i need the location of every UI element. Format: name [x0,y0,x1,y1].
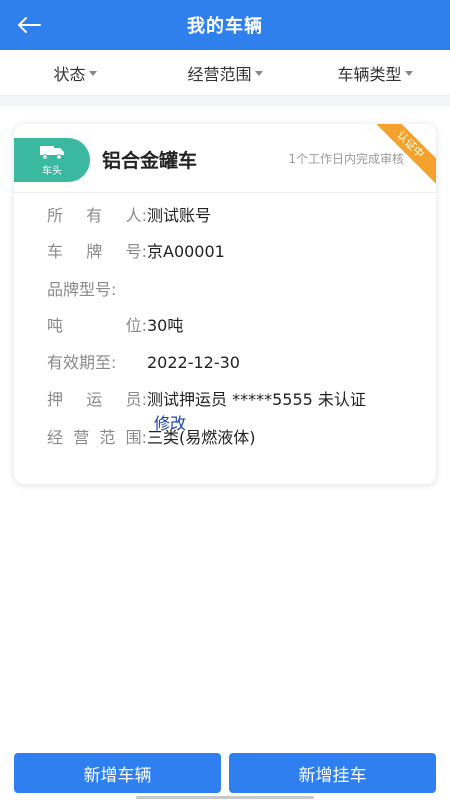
field-label: 所有人: [47,206,147,225]
add-trailer-button[interactable]: 新增挂车 [229,753,436,793]
field-plate: 车牌号: 京A00001 [47,242,225,262]
field-business-scope: 经营范围: 三类(易燃液体) [47,428,256,448]
back-button[interactable] [12,10,46,40]
field-label: 品牌型号: [47,280,117,299]
vehicle-name: 铝合金罐车 [102,150,198,172]
tag-label: 车头 [42,165,62,177]
status-ribbon: 认证中 [366,124,436,194]
filter-label: 经营范围 [187,64,252,84]
field-value: 三类(易燃液体) [147,428,256,447]
home-indicator [136,796,314,799]
filter-business-scope[interactable]: 经营范围 [150,61,300,85]
field-label: 车牌号: [47,242,147,261]
filter-vehicle-type[interactable]: 车辆类型 [300,61,450,85]
field-value: 2022-12-30 [147,353,240,372]
page-title: 我的车辆 [187,16,263,37]
field-valid-until: 有效期至: 2022-12-30 [47,353,240,373]
field-value: 京A00001 [147,242,225,261]
field-label: 经营范围: [47,428,147,447]
filter-label: 车辆类型 [337,64,402,84]
filter-label: 状态 [53,64,86,84]
card-divider [14,192,436,193]
field-value: 30吨 [147,316,184,335]
field-label: 押运员: [47,390,147,409]
field-label: 有效期至: [47,353,117,372]
vehicle-type-tag: 车头 [14,138,90,182]
field-label: 吨位: [47,316,147,335]
caret-down-icon [254,71,263,76]
caret-down-icon [88,71,97,76]
caret-down-icon [404,71,413,76]
field-owner: 所有人: 测试账号 [47,206,211,226]
field-tonnage: 吨位: 30吨 [47,316,183,336]
filter-bar: 状态 经营范围 车辆类型 [0,50,450,96]
vehicle-card[interactable]: 车头 铝合金罐车 1个工作日内完成审核 认证中 所有人: 测试账号 车牌号: 京… [14,124,436,484]
field-escort: 押运员: 测试押运员 *****5555 未认证 [47,390,366,410]
add-vehicle-button[interactable]: 新增车辆 [14,753,221,793]
field-value: 测试账号 [147,206,212,225]
field-brand-model: 品牌型号: [47,280,147,300]
section-gap [0,96,450,106]
truck-icon [40,145,64,160]
app-header: 我的车辆 [0,0,450,50]
arrow-left-icon [18,17,41,33]
status-ribbon-label: 认证中 [368,124,436,187]
filter-status[interactable]: 状态 [0,61,150,85]
field-value: 测试押运员 *****5555 未认证 [147,390,366,409]
